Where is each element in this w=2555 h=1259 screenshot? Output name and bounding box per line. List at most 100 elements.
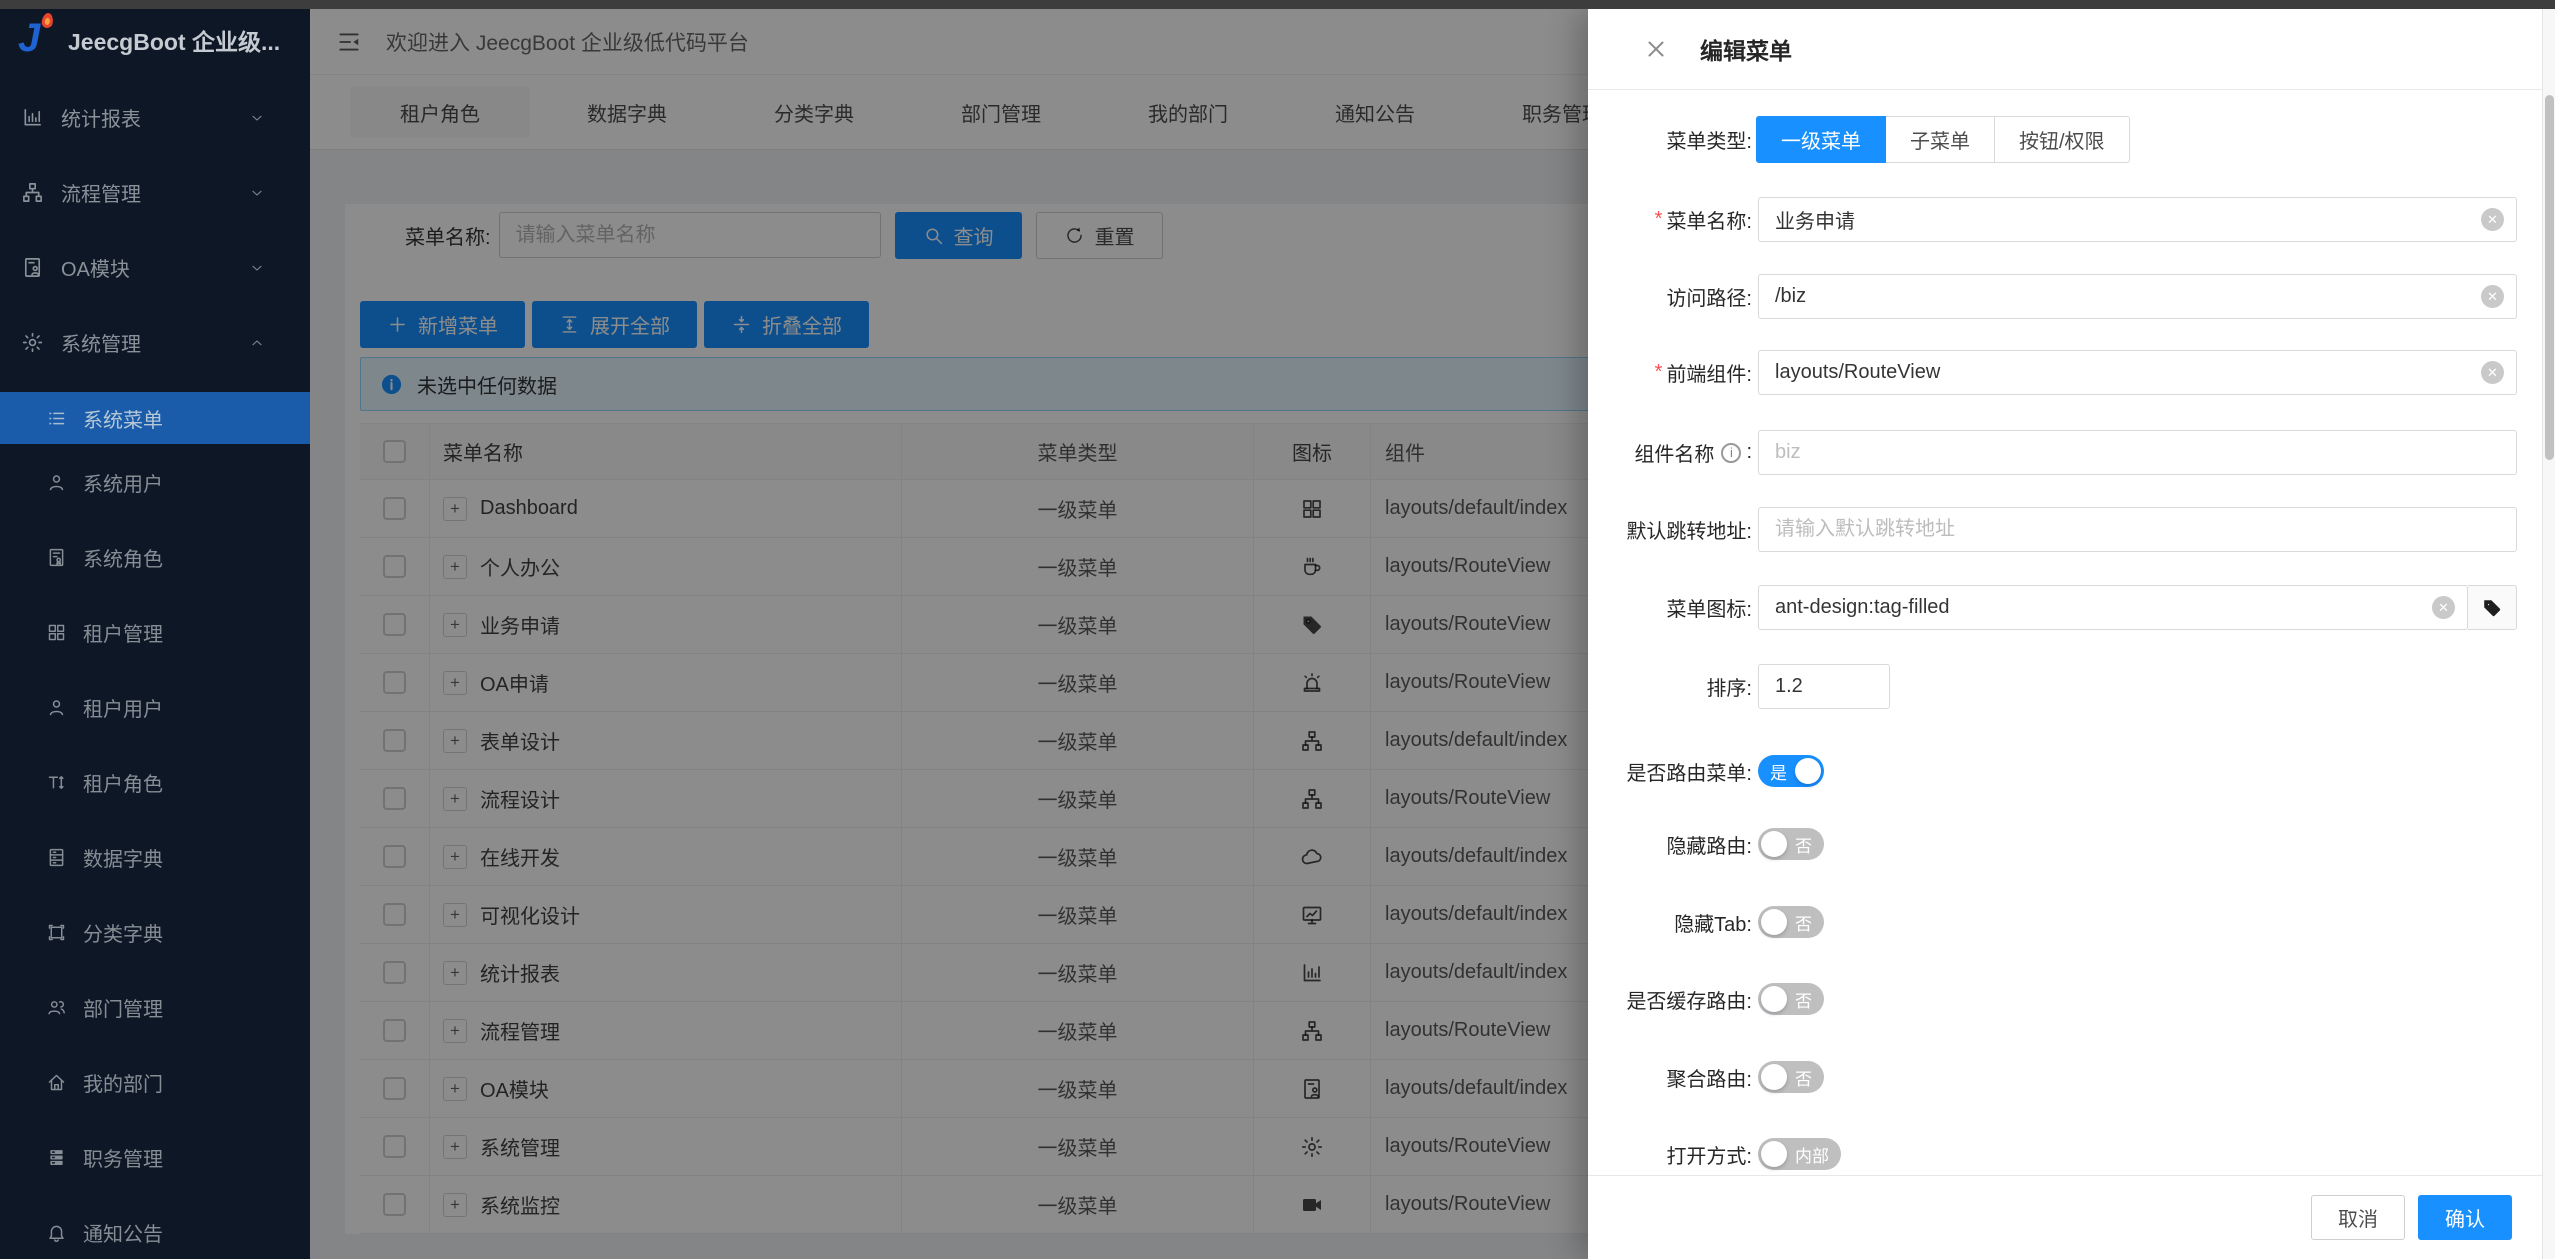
drawer-header: 编辑菜单 <box>1588 9 2555 90</box>
edit-menu-drawer: 编辑菜单 菜单类型:一级菜单子菜单按钮/权限*菜单名称:✕访问路径:✕*前端组件… <box>1588 9 2555 1259</box>
home-icon <box>46 1072 67 1093</box>
sidebar-subitem-系统菜单-active[interactable]: 系统菜单 <box>0 392 310 444</box>
field-label: 菜单图标: <box>1588 585 1752 630</box>
sidebar-item-统计报表[interactable]: 统计报表 <box>0 80 310 155</box>
radio-子菜单[interactable]: 子菜单 <box>1885 116 1995 163</box>
toggle-隐藏路由[interactable]: 否 <box>1758 828 1824 860</box>
switch-control: 否 <box>1758 983 2517 1015</box>
switch-knob <box>1795 758 1821 784</box>
sidebar-subitem-系统角色[interactable]: 系统角色 <box>0 520 310 595</box>
icon-picker-button[interactable] <box>2468 585 2517 630</box>
field-label-text: 访问路径: <box>1666 288 1752 310</box>
box-icon <box>46 922 67 943</box>
switch-control: 内部 <box>1758 1138 2517 1170</box>
toggle-隐藏Tab[interactable]: 否 <box>1758 906 1824 938</box>
switch-knob <box>1761 1141 1787 1167</box>
chevron-up-icon <box>249 335 265 351</box>
sidebar-item-label: 流程管理 <box>61 184 141 206</box>
toggle-是否路由菜单[interactable]: 是 <box>1758 755 1824 787</box>
close-icon[interactable] <box>1644 37 1668 61</box>
cluster-icon <box>21 181 44 204</box>
switch-label: 打开方式: <box>1666 1145 1752 1168</box>
field-control <box>1758 507 2517 552</box>
field-input-组件名称[interactable] <box>1758 430 2517 475</box>
sidebar-subitem-租户角色[interactable]: 租户角色 <box>0 745 310 820</box>
switch-text: 否 <box>1795 991 1812 1011</box>
sidebar-subitem-通知公告[interactable]: 通知公告 <box>0 1195 310 1259</box>
sidebar-subitem-label: 通知公告 <box>83 1224 163 1246</box>
field-label: 排序: <box>1588 664 1752 709</box>
logo[interactable]: J JeecgBoot 企业级... <box>0 9 310 71</box>
toggle-聚合路由[interactable]: 否 <box>1758 1061 1824 1093</box>
switch-knob <box>1761 909 1787 935</box>
switch-text: 否 <box>1795 914 1812 934</box>
sidebar-subitem-职务管理[interactable]: 职务管理 <box>0 1120 310 1195</box>
toggle-是否缓存路由[interactable]: 否 <box>1758 983 1824 1015</box>
field-control: ✕ <box>1758 197 2517 242</box>
drawer-title: 编辑菜单 <box>1700 38 1792 64</box>
switch-control: 否 <box>1758 906 2517 938</box>
text-size-icon <box>46 772 67 793</box>
file-user-icon <box>21 256 44 279</box>
switch-control: 否 <box>1758 1061 2517 1093</box>
sidebar-subitem-系统用户[interactable]: 系统用户 <box>0 445 310 520</box>
switch-control: 否 <box>1758 828 2517 860</box>
clear-icon[interactable]: ✕ <box>2481 208 2504 231</box>
sidebar-item-label: 系统管理 <box>61 334 141 356</box>
field-input-默认跳转地址[interactable] <box>1758 507 2517 552</box>
grid-icon <box>46 622 67 643</box>
label-colon: : <box>1746 441 1752 463</box>
field-label-text: 排序: <box>1706 678 1752 700</box>
sidebar-item-流程管理[interactable]: 流程管理 <box>0 155 310 230</box>
clear-icon[interactable]: ✕ <box>2432 596 2455 619</box>
switch-knob <box>1761 831 1787 857</box>
switch-label: 是否路由菜单: <box>1626 762 1752 785</box>
field-label-text: 默认跳转地址: <box>1626 521 1752 543</box>
sidebar-subitem-部门管理[interactable]: 部门管理 <box>0 970 310 1045</box>
sidebar-subitem-label: 职务管理 <box>83 1149 163 1171</box>
sidebar-subitem-label: 数据字典 <box>83 849 163 871</box>
drawer-scrollbar[interactable] <box>2542 9 2555 1259</box>
field-label: * 前端组件: <box>1588 350 1752 395</box>
switch-control: 是 <box>1758 755 2517 787</box>
drawer-scrollbar-thumb[interactable] <box>2545 95 2554 460</box>
sidebar-subitem-label: 系统角色 <box>83 549 163 571</box>
switch-text: 否 <box>1795 836 1812 856</box>
field-input-前端组件[interactable] <box>1758 350 2517 395</box>
field-control: ✕ <box>1758 585 2517 630</box>
sidebar-subitem-分类字典[interactable]: 分类字典 <box>0 895 310 970</box>
drawer-body: 菜单类型:一级菜单子菜单按钮/权限*菜单名称:✕访问路径:✕*前端组件:✕组件名… <box>1588 90 2542 1175</box>
server-icon <box>46 1147 67 1168</box>
field-control: ✕ <box>1758 350 2517 395</box>
field-input-排序[interactable] <box>1758 664 1890 709</box>
switch-text: 内部 <box>1795 1146 1829 1166</box>
logo-title: JeecgBoot 企业级... <box>68 29 281 55</box>
sidebar-subitem-租户管理[interactable]: 租户管理 <box>0 595 310 670</box>
toggle-打开方式[interactable]: 内部 <box>1758 1138 1841 1170</box>
field-input-访问路径[interactable] <box>1758 274 2517 319</box>
sidebar-subitem-我的部门[interactable]: 我的部门 <box>0 1045 310 1120</box>
field-input-菜单名称[interactable] <box>1758 197 2517 242</box>
cancel-button[interactable]: 取消 <box>2311 1195 2405 1240</box>
field-label-text: 前端组件: <box>1666 364 1752 386</box>
clear-icon[interactable]: ✕ <box>2481 285 2504 308</box>
sidebar-subitem-数据字典[interactable]: 数据字典 <box>0 820 310 895</box>
field-control <box>1758 430 2517 475</box>
field-label-text: 组件名称 <box>1634 444 1715 466</box>
app-root: J JeecgBoot 企业级... 统计报表流程管理 OA模块系统管理 系统菜单… <box>0 0 2555 1259</box>
field-control: ✕ <box>1758 274 2517 319</box>
sidebar-item-OA模块[interactable]: OA模块 <box>0 230 310 305</box>
user-icon <box>46 697 67 718</box>
radio-一级菜单[interactable]: 一级菜单 <box>1756 116 1886 163</box>
clear-icon[interactable]: ✕ <box>2481 361 2504 384</box>
field-label: 组件名称 i: <box>1588 430 1752 475</box>
window-top-strip <box>0 0 2555 9</box>
sidebar-item-label: 统计报表 <box>61 109 141 131</box>
sidebar-subitem-label: 系统菜单 <box>83 409 163 432</box>
radio-按钮/权限[interactable]: 按钮/权限 <box>1994 116 2130 163</box>
sidebar-item-系统管理[interactable]: 系统管理 <box>0 305 310 380</box>
field-input-菜单图标[interactable] <box>1758 585 2468 630</box>
confirm-button[interactable]: 确认 <box>2418 1195 2512 1240</box>
sidebar-subitem-label: 租户角色 <box>83 774 163 796</box>
sidebar-subitem-租户用户[interactable]: 租户用户 <box>0 670 310 745</box>
